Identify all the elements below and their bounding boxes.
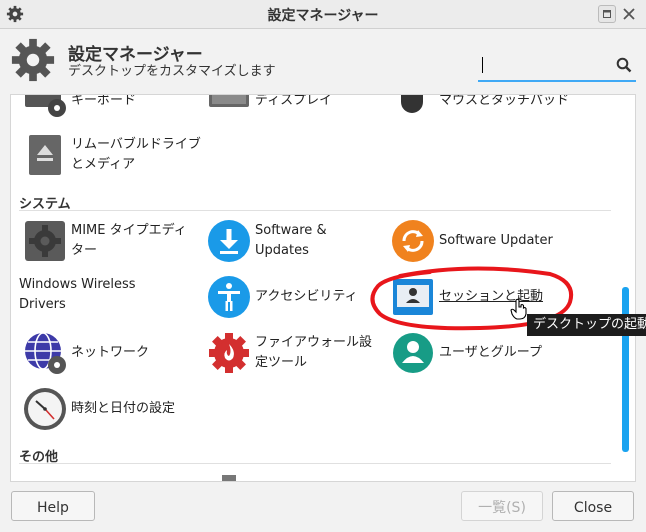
header: 設定マネージャー デスクトップをカスタマイズします bbox=[0, 29, 646, 94]
settings-item-label: Software & Updates bbox=[255, 223, 327, 258]
settings-item-label: ユーザとグループ bbox=[439, 345, 542, 360]
settings-item-windows-wireless-drivers[interactable]: Windows Wireless Drivers bbox=[19, 275, 169, 315]
search-box[interactable] bbox=[478, 52, 636, 82]
settings-item-label: リムーバブルドライブとメディア bbox=[71, 137, 201, 172]
settings-item-time-date[interactable]: 時刻と日付の設定 bbox=[23, 387, 175, 431]
partial-item-icon bbox=[222, 475, 236, 481]
settings-item-mouse[interactable]: マウスとタッチパッド bbox=[391, 94, 570, 123]
window-title: 設定マネージャー bbox=[267, 8, 379, 24]
close-button[interactable]: Close bbox=[552, 491, 634, 521]
search-icon[interactable] bbox=[615, 56, 633, 74]
section-divider bbox=[19, 463, 611, 464]
settings-item-network[interactable]: ネットワーク bbox=[23, 331, 149, 375]
settings-item-label: マウスとタッチパッド bbox=[439, 94, 570, 108]
settings-gear-icon bbox=[11, 38, 55, 82]
settings-item-label: ネットワーク bbox=[71, 345, 150, 360]
refresh-icon bbox=[392, 220, 434, 262]
settings-item-removable-drives[interactable]: リムーバブルドライブとメディア bbox=[23, 133, 201, 177]
tooltip: デスクトップの起動 bbox=[527, 314, 646, 336]
firewall-icon bbox=[209, 333, 249, 373]
download-icon bbox=[208, 220, 250, 262]
settings-item-label: ディスプレイ bbox=[255, 94, 333, 108]
help-button[interactable]: Help bbox=[11, 491, 95, 521]
gear-icon bbox=[25, 221, 65, 261]
settings-item-software-updater[interactable]: Software Updater bbox=[391, 219, 553, 263]
mouse-icon bbox=[401, 95, 423, 113]
eject-icon bbox=[29, 135, 61, 175]
scrollbar-thumb[interactable] bbox=[622, 287, 629, 452]
settings-item-users-groups[interactable]: ユーザとグループ bbox=[391, 331, 542, 375]
keyboard-icon bbox=[25, 95, 66, 117]
settings-item-mime-editor[interactable]: MIME タイプエディター bbox=[23, 219, 197, 263]
settings-item-software-updates[interactable]: Software & Updates bbox=[207, 219, 345, 263]
show-all-button[interactable]: 一覧(S) bbox=[461, 491, 543, 521]
display-icon bbox=[209, 95, 249, 107]
search-input[interactable] bbox=[480, 54, 612, 78]
settings-item-accessibility[interactable]: アクセシビリティ bbox=[207, 275, 358, 319]
settings-item-label: MIME タイプエディター bbox=[71, 223, 187, 258]
accessibility-icon bbox=[208, 276, 250, 318]
page-subtitle: デスクトップをカスタマイズします bbox=[68, 64, 276, 79]
settings-item-label: アクセシビリティ bbox=[255, 289, 358, 304]
settings-item-display[interactable]: ディスプレイ bbox=[207, 94, 333, 123]
close-icon bbox=[623, 8, 635, 20]
text-caret bbox=[482, 57, 483, 73]
hand-cursor-icon bbox=[510, 298, 527, 320]
title-bar: 設定マネージャー bbox=[0, 0, 646, 29]
settings-item-firewall[interactable]: ファイアウォール設定ツール bbox=[207, 331, 381, 375]
clock-icon bbox=[24, 388, 66, 430]
maximize-icon bbox=[603, 10, 611, 18]
users-icon bbox=[393, 333, 433, 373]
section-divider bbox=[19, 210, 611, 211]
settings-item-label: ファイアウォール設定ツール bbox=[255, 335, 373, 370]
settings-item-keyboard[interactable]: キーボード bbox=[23, 94, 137, 123]
settings-item-label: Windows Wireless Drivers bbox=[19, 277, 136, 312]
close-window-button[interactable] bbox=[620, 5, 638, 23]
settings-item-label: 時刻と日付の設定 bbox=[71, 401, 176, 416]
settings-item-label: キーボード bbox=[71, 94, 137, 108]
network-icon bbox=[25, 332, 66, 374]
settings-item-label: Software Updater bbox=[439, 233, 553, 248]
maximize-button[interactable] bbox=[598, 5, 616, 23]
